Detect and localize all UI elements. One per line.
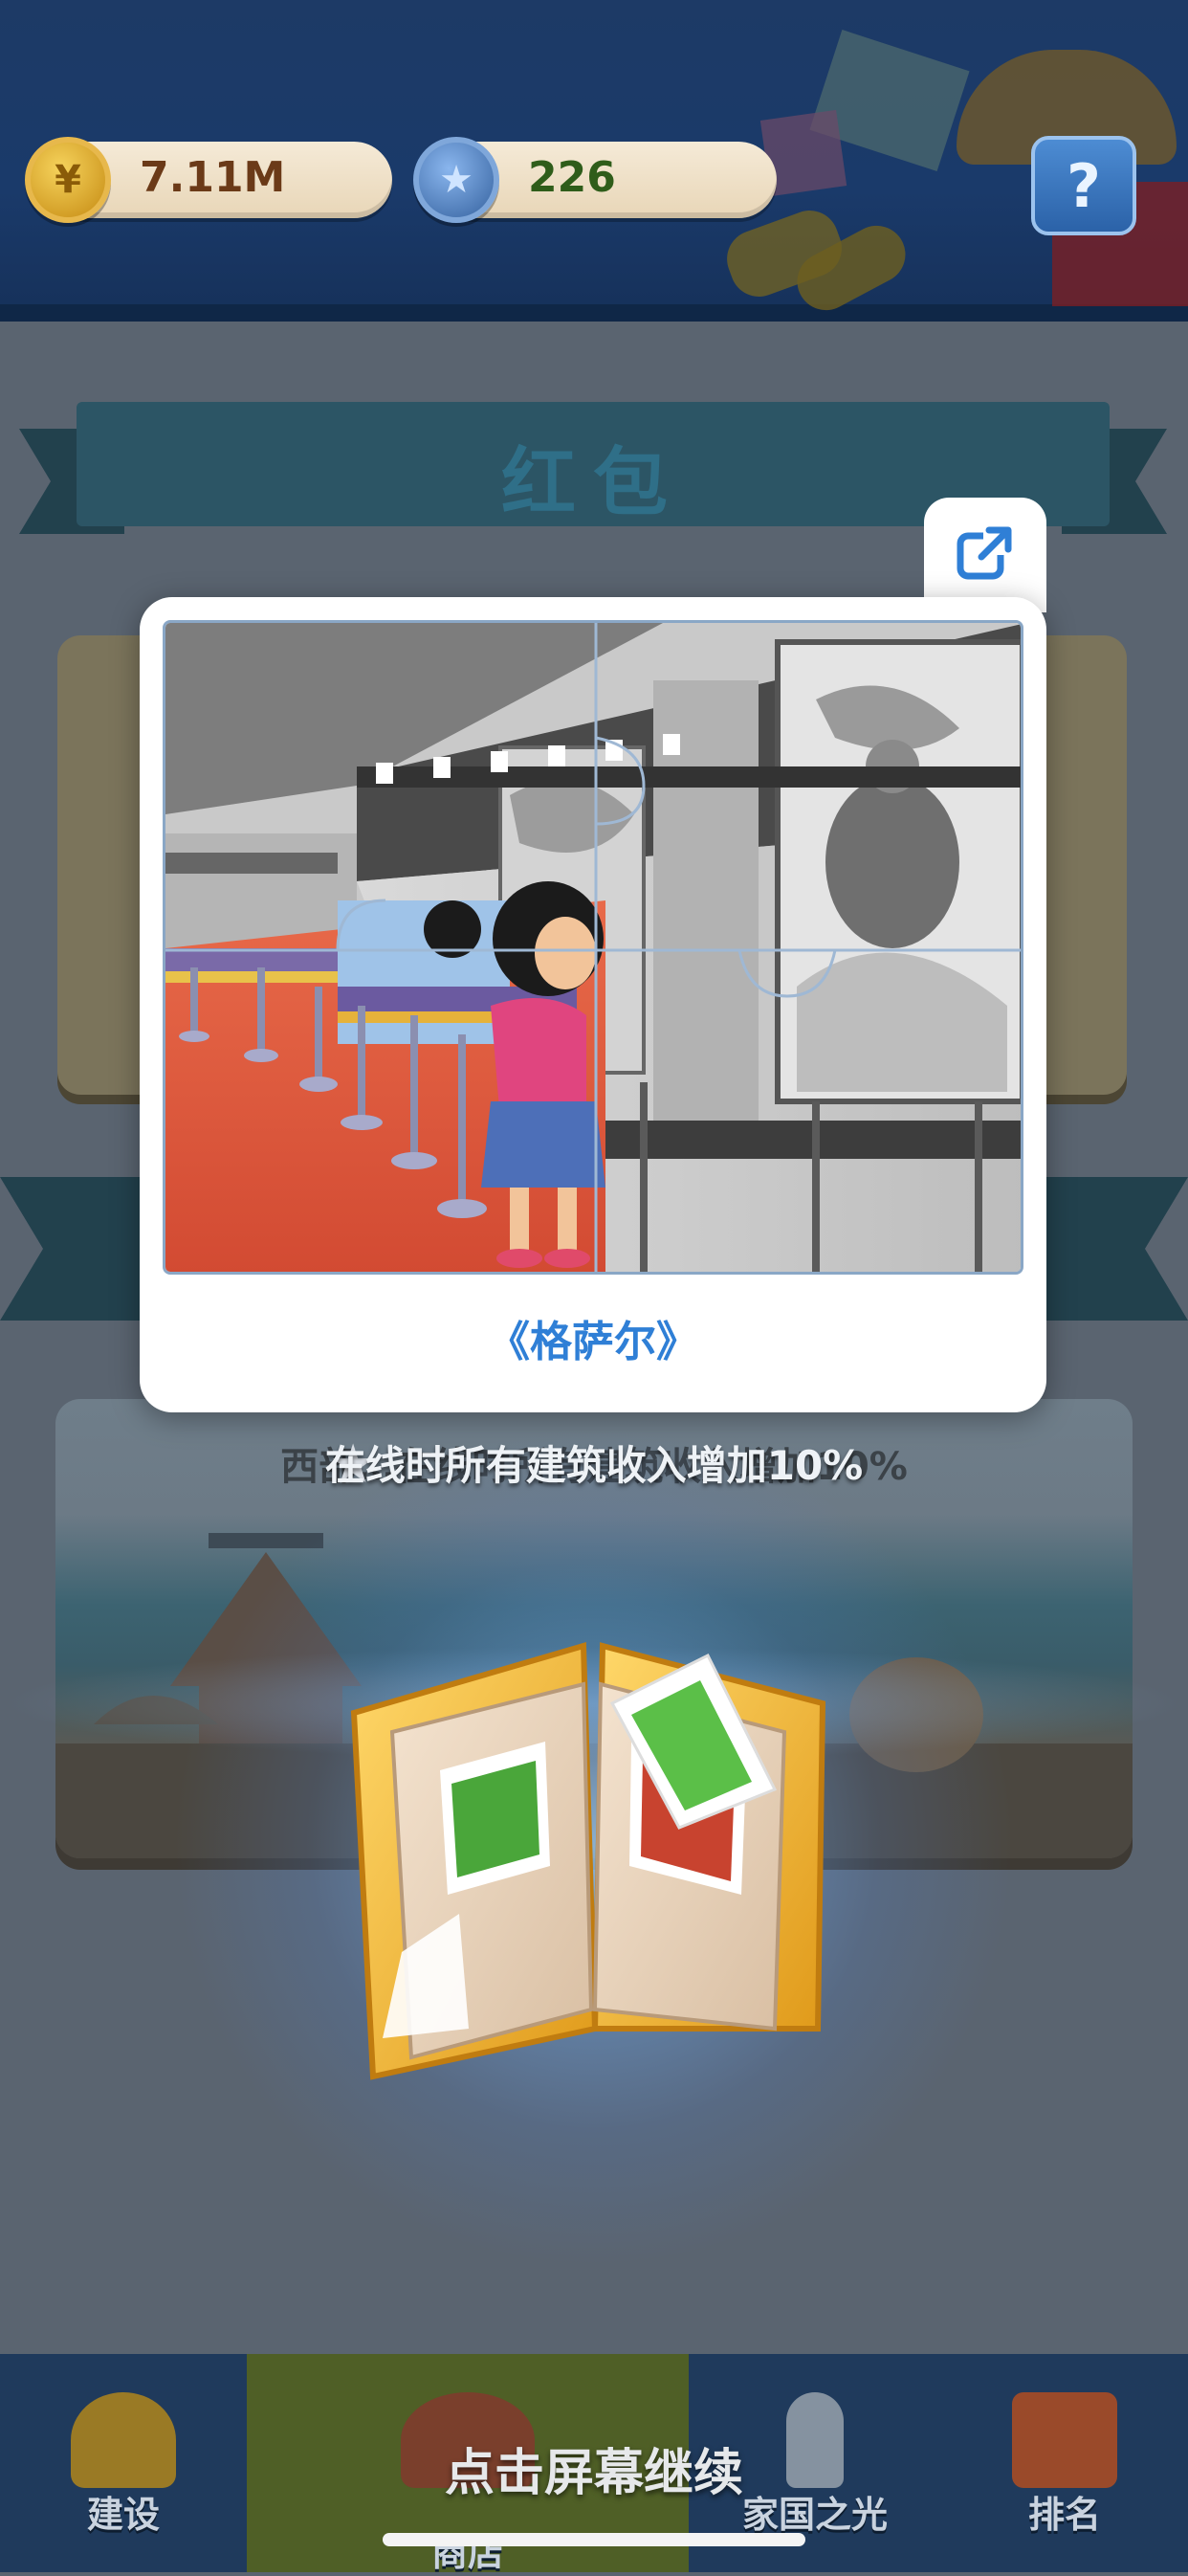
tap-to-continue-prompt[interactable]: 点击屏幕继续: [0, 2432, 1188, 2504]
share-button[interactable]: [924, 498, 1046, 612]
home-indicator[interactable]: [383, 2533, 805, 2546]
help-button[interactable]: ?: [1031, 136, 1136, 235]
gesar-exhibit-illustration: [165, 623, 1021, 1272]
coin-balance[interactable]: ¥ 7.11M: [25, 137, 392, 223]
ribbon-tail-right-2: [1045, 1177, 1188, 1321]
coin-value: 7.11M: [140, 153, 286, 202]
header-bottom-edge: [0, 304, 1188, 322]
collection-popup[interactable]: 《格萨尔》: [140, 597, 1046, 1412]
coin-icon: ¥: [25, 137, 111, 223]
puzzle-image: [163, 620, 1023, 1275]
image-caption: 《格萨尔》: [488, 1318, 698, 1366]
star-medal-icon: ★: [413, 137, 499, 223]
album-book-icon: [350, 1642, 826, 2080]
reward-bonus-text: 在线时所有建筑收入增加10%: [324, 1442, 864, 1489]
ribbon-tail-left-2: [0, 1177, 143, 1321]
star-value: 226: [528, 153, 616, 202]
share-icon: [957, 526, 1012, 580]
star-balance[interactable]: ★ 226: [413, 137, 777, 223]
nav-label-shop: 商店: [430, 2532, 504, 2574]
